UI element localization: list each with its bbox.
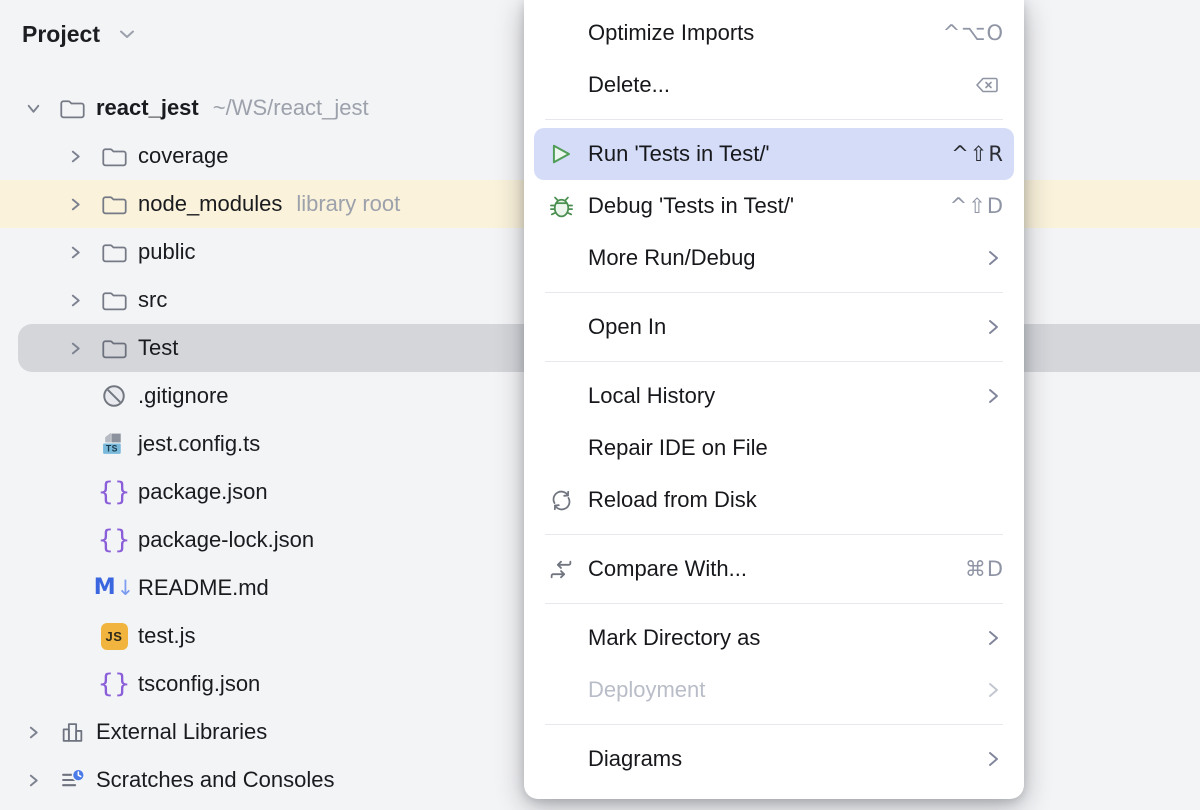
icon-spacer — [544, 312, 578, 342]
markdown-file-icon: M↓ — [98, 572, 130, 604]
debug-icon — [544, 191, 578, 221]
submenu-arrow-icon — [987, 248, 1000, 268]
svg-text:TS: TS — [105, 443, 117, 453]
icon-spacer — [544, 381, 578, 411]
menu-separator — [545, 724, 1003, 725]
menu-separator — [545, 534, 1003, 535]
tree-item-label: package.json — [138, 479, 268, 505]
menu-separator — [545, 292, 1003, 293]
tree-item-label: test.js — [138, 623, 195, 649]
chevron-collapsed-icon[interactable] — [62, 287, 88, 313]
tree-item-label: .gitignore — [138, 383, 229, 409]
chevron-collapsed-icon[interactable] — [20, 719, 46, 745]
menu-item-diagrams[interactable]: Diagrams — [524, 733, 1024, 785]
tree-item-label: README.md — [138, 575, 269, 601]
icon-spacer — [544, 744, 578, 774]
chevron-spacer — [62, 527, 88, 553]
menu-item-reload-from-disk[interactable]: Reload from Disk — [524, 474, 1024, 526]
submenu-arrow-icon — [987, 386, 1000, 406]
menu-item-run-tests-in-test[interactable]: Run 'Tests in Test/' ^⇧R — [534, 128, 1014, 180]
tree-item-label: public — [138, 239, 195, 265]
chevron-collapsed-icon[interactable] — [62, 143, 88, 169]
submenu-arrow-icon — [987, 628, 1000, 648]
run-icon — [544, 139, 578, 169]
icon-spacer — [544, 18, 578, 48]
chevron-expanded-icon[interactable] — [20, 95, 46, 121]
icon-spacer — [544, 675, 578, 705]
folder-icon — [98, 236, 130, 268]
tree-item-label: Test — [138, 335, 178, 361]
chevron-collapsed-icon[interactable] — [62, 239, 88, 265]
chevron-spacer — [62, 671, 88, 697]
tree-item-label: External Libraries — [96, 719, 267, 745]
chevron-collapsed-icon[interactable] — [62, 335, 88, 361]
submenu-arrow-icon — [987, 317, 1000, 337]
folder-icon — [56, 92, 88, 124]
submenu-arrow-icon — [987, 749, 1000, 769]
tree-item-label: Scratches and Consoles — [96, 767, 334, 793]
menu-item-deployment: Deployment — [524, 664, 1024, 716]
library-root-badge: library root — [296, 191, 400, 217]
chevron-collapsed-icon[interactable] — [62, 191, 88, 217]
delete-key-icon — [974, 74, 1000, 96]
compare-icon — [544, 554, 578, 584]
folder-icon — [98, 284, 130, 316]
submenu-arrow-icon — [987, 680, 1000, 700]
shortcut-label: ^⌥O — [943, 21, 1004, 45]
javascript-file-icon: JS — [98, 620, 130, 652]
menu-separator — [545, 361, 1003, 362]
menu-item-more-run-debug[interactable]: More Run/Debug — [524, 232, 1024, 284]
menu-item-compare-with[interactable]: Compare With... ⌘D — [524, 543, 1024, 595]
chevron-spacer — [62, 575, 88, 601]
json-file-icon: {} — [98, 476, 130, 508]
menu-item-optimize-imports[interactable]: Optimize Imports ^⌥O — [524, 7, 1024, 59]
menu-separator — [545, 603, 1003, 604]
menu-item-debug-tests-in-test[interactable]: Debug 'Tests in Test/' ^⇧D — [524, 180, 1024, 232]
menu-item-mark-directory-as[interactable]: Mark Directory as — [524, 612, 1024, 664]
reload-icon — [544, 485, 578, 515]
menu-item-local-history[interactable]: Local History — [524, 370, 1024, 422]
icon-spacer — [544, 433, 578, 463]
menu-item-open-in[interactable]: Open In — [524, 301, 1024, 353]
chevron-spacer — [62, 383, 88, 409]
typescript-config-file-icon: TS — [98, 428, 130, 460]
shortcut-label: ⌘D — [965, 557, 1004, 581]
folder-icon — [98, 188, 130, 220]
folder-icon — [98, 140, 130, 172]
icon-spacer — [544, 243, 578, 273]
chevron-spacer — [62, 623, 88, 649]
ignored-file-icon — [98, 380, 130, 412]
project-path: ~/WS/react_jest — [213, 95, 369, 121]
json-file-icon: {} — [98, 668, 130, 700]
tree-item-label: src — [138, 287, 167, 313]
chevron-collapsed-icon[interactable] — [20, 767, 46, 793]
menu-item-repair-ide-on-file[interactable]: Repair IDE on File — [524, 422, 1024, 474]
menu-separator — [545, 119, 1003, 120]
tree-item-label: coverage — [138, 143, 229, 169]
json-file-icon: {} — [98, 524, 130, 556]
context-menu: Optimize Imports ^⌥O Delete... Run 'Test… — [524, 0, 1024, 799]
tree-item-label: tsconfig.json — [138, 671, 260, 697]
folder-icon — [98, 332, 130, 364]
chevron-spacer — [62, 479, 88, 505]
tree-item-label: package-lock.json — [138, 527, 314, 553]
panel-title: Project — [22, 21, 100, 48]
icon-spacer — [544, 70, 578, 100]
shortcut-label: ^⇧D — [950, 194, 1004, 218]
menu-item-delete[interactable]: Delete... — [524, 59, 1024, 111]
chevron-down-icon[interactable] — [114, 21, 140, 47]
chevron-spacer — [62, 431, 88, 457]
shortcut-label: ^⇧R — [951, 142, 1004, 166]
libraries-icon — [56, 716, 88, 748]
icon-spacer — [544, 623, 578, 653]
scratches-icon — [56, 764, 88, 796]
tree-item-label: node_modules — [138, 191, 282, 217]
tree-item-label: react_jest — [96, 95, 199, 121]
tree-item-label: jest.config.ts — [138, 431, 260, 457]
